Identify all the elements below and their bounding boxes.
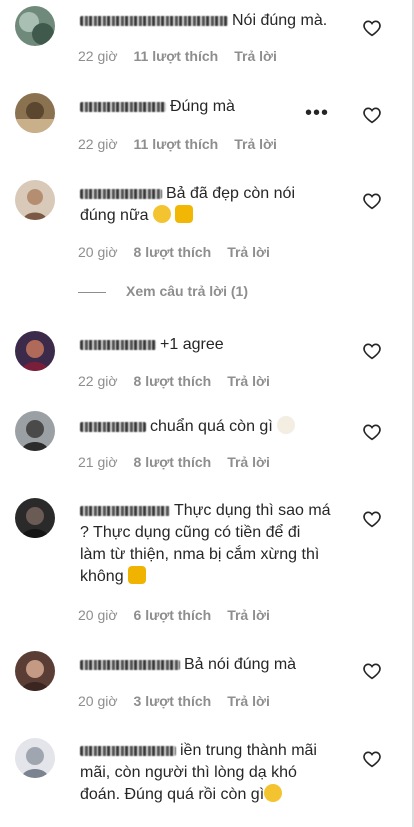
comment-meta: 20 giờ 3 lượt thích Trả lời [78, 693, 286, 709]
reply-button[interactable]: Trả lời [227, 373, 270, 389]
username[interactable] [80, 745, 176, 756]
comment-meta: 20 giờ 6 lượt thích Trả lời [78, 607, 286, 623]
avatar[interactable] [15, 651, 55, 691]
heart-icon[interactable] [362, 750, 382, 768]
comment-text: Đúng mà [80, 96, 342, 118]
comment-text: chuẩn quá còn gì [80, 416, 342, 438]
laughing-face-icon [264, 784, 283, 802]
likes-count[interactable]: 8 lượt thích [134, 454, 212, 470]
comment-meta: 22 giờ 11 lượt thích Trả lời [78, 48, 293, 64]
sad-face-icon [153, 205, 171, 223]
emoji-icon [277, 416, 296, 434]
likes-count[interactable]: 3 lượt thích [134, 693, 212, 709]
comment-meta: 21 giờ 8 lượt thích Trả lời [78, 454, 286, 470]
comment-time: 22 giờ [78, 48, 118, 64]
comment-time: 20 giờ [78, 693, 118, 709]
comment-time: 21 giờ [78, 454, 118, 470]
hand-sign-icon [128, 566, 147, 584]
username[interactable] [80, 659, 180, 670]
likes-count[interactable]: 8 lượt thích [134, 244, 212, 260]
likes-count[interactable]: 11 lượt thích [134, 136, 219, 152]
heart-icon[interactable] [362, 106, 382, 124]
likes-count[interactable]: 8 lượt thích [134, 373, 212, 389]
username[interactable] [80, 188, 162, 199]
username[interactable] [80, 505, 170, 516]
comment-meta: 20 giờ 8 lượt thích Trả lời [78, 244, 286, 260]
comment-meta: 22 giờ 8 lượt thích Trả lời [78, 373, 286, 389]
reply-button[interactable]: Trả lời [234, 48, 277, 64]
avatar[interactable] [15, 331, 55, 371]
avatar[interactable] [15, 738, 55, 778]
heart-icon[interactable] [362, 423, 382, 441]
reply-button[interactable]: Trả lời [234, 136, 277, 152]
likes-count[interactable]: 6 lượt thích [134, 607, 212, 623]
avatar[interactable] [15, 411, 55, 451]
heart-icon[interactable] [362, 510, 382, 528]
view-replies-button[interactable]: Xem câu trả lời (1) [78, 283, 248, 299]
heart-icon[interactable] [362, 342, 382, 360]
comment-text: +1 agree [80, 334, 342, 356]
avatar[interactable] [15, 498, 55, 538]
avatar[interactable] [15, 180, 55, 220]
comment-text: Thực dụng thì sao má? Thực dụng cũng có … [80, 502, 331, 585]
more-icon[interactable]: ••• [305, 102, 329, 125]
reply-button[interactable]: Trả lời [227, 693, 270, 709]
comment-text: Bả đã đẹp còn nói đúng nữa [80, 185, 295, 224]
comment-text: Bả nói đúng mà [80, 654, 342, 676]
heart-icon[interactable] [362, 192, 382, 210]
username[interactable] [80, 339, 156, 350]
reply-button[interactable]: Trả lời [227, 244, 270, 260]
avatar[interactable] [15, 93, 55, 133]
username[interactable] [80, 421, 146, 432]
divider [78, 291, 106, 293]
avatar[interactable] [15, 6, 55, 46]
comment-time: 22 giờ [78, 136, 118, 152]
username[interactable] [80, 15, 228, 26]
comment-time: 22 giờ [78, 373, 118, 389]
comment-text: iền trung thành mãi mãi, còn người thì lò… [80, 742, 317, 803]
heart-icon[interactable] [362, 662, 382, 680]
comment-time: 20 giờ [78, 244, 118, 260]
username[interactable] [80, 101, 166, 112]
reply-button[interactable]: Trả lời [227, 454, 270, 470]
heart-icon[interactable] [362, 19, 382, 37]
clapping-hands-icon [175, 205, 194, 223]
comment-time: 20 giờ [78, 607, 118, 623]
reply-button[interactable]: Trả lời [227, 607, 270, 623]
comment-meta: 22 giờ 11 lượt thích Trả lời [78, 136, 293, 152]
likes-count[interactable]: 11 lượt thích [134, 48, 219, 64]
comment-text: Nói đúng mà. [80, 10, 342, 32]
